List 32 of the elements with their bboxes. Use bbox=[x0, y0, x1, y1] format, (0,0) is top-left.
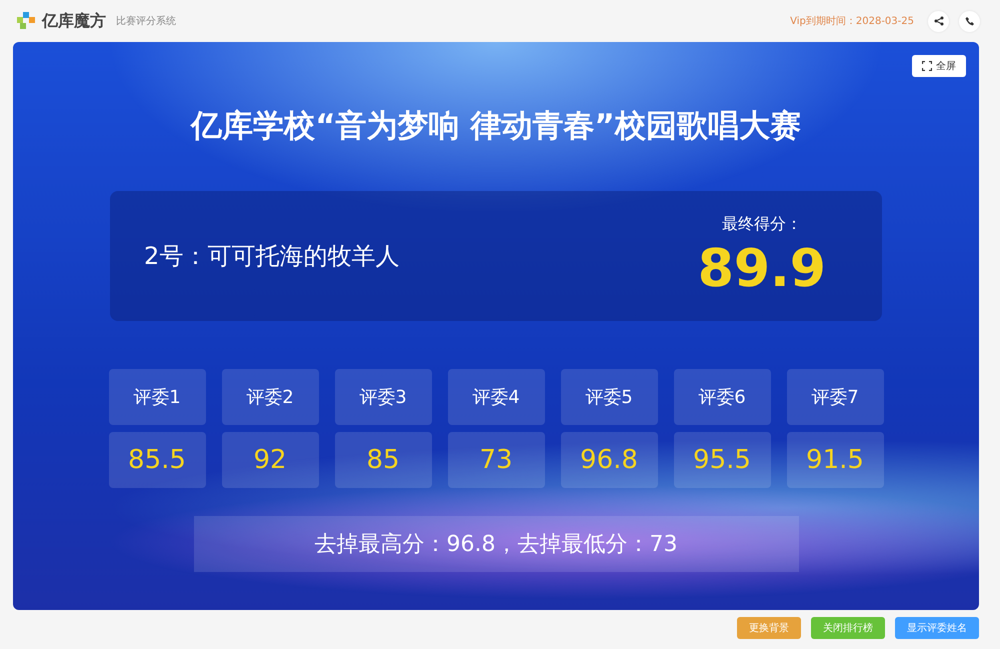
judge-label: 评委5 bbox=[560, 369, 658, 425]
judge-score: 85 bbox=[334, 432, 432, 488]
share-button[interactable] bbox=[928, 10, 949, 32]
vip-expiry-text: Vip到期时间：2028-03-25 bbox=[790, 14, 914, 28]
phone-button[interactable] bbox=[959, 10, 980, 32]
action-button[interactable]: 更换背景 bbox=[737, 617, 801, 639]
share-icon bbox=[934, 16, 944, 26]
action-button[interactable]: 关闭排行榜 bbox=[811, 617, 885, 639]
phone-icon bbox=[964, 16, 974, 26]
contestant-name: 2号：可可托海的牧羊人 bbox=[144, 241, 400, 272]
app-subtitle: 比赛评分系统 bbox=[116, 14, 176, 28]
judge-label: 评委7 bbox=[786, 369, 884, 425]
judge-label: 评委3 bbox=[334, 369, 432, 425]
judge-score: 85.5 bbox=[108, 432, 206, 488]
judge-score: 91.5 bbox=[786, 432, 884, 488]
judge-label: 评委6 bbox=[674, 369, 770, 425]
judge-score: 92 bbox=[222, 432, 318, 488]
judge-score: 73 bbox=[448, 432, 544, 488]
contest-title: 亿库学校“音为梦响 律动青春”校园歌唱大赛 bbox=[191, 107, 801, 146]
final-score-label: 最终得分： bbox=[722, 214, 802, 234]
judge-score: 96.8 bbox=[560, 432, 658, 488]
judge-label: 评委4 bbox=[448, 369, 544, 425]
fullscreen-button[interactable]: 全屏 bbox=[912, 55, 966, 77]
judge-label: 评委1 bbox=[108, 369, 206, 425]
score-note: 去掉最高分：96.8，去掉最低分：73 bbox=[194, 516, 798, 572]
action-button[interactable]: 显示评委姓名 bbox=[895, 617, 979, 639]
cube-logo-icon bbox=[16, 11, 36, 31]
judge-score: 95.5 bbox=[674, 432, 770, 488]
brand-name: 亿库魔方 bbox=[42, 10, 106, 32]
final-score: 89.9 bbox=[698, 238, 826, 298]
judge-label: 评委2 bbox=[222, 369, 318, 425]
fullscreen-icon bbox=[922, 61, 932, 71]
